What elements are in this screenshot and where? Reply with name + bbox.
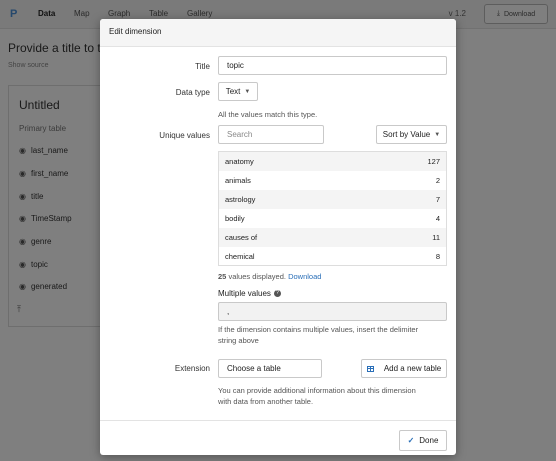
datatype-help: All the values match this type. (218, 110, 318, 119)
value-count: 4 (435, 214, 440, 223)
multiple-values-text: Multiple values (218, 289, 271, 298)
caret-down-icon: ▼ (434, 131, 441, 138)
multiple-values-help: If the dimension contains multiple value… (218, 324, 418, 346)
add-table-label: Add a new table (383, 364, 442, 373)
value-count: 2 (435, 176, 440, 185)
done-label: Done (419, 436, 439, 445)
download-values-link[interactable]: Download (288, 272, 321, 281)
value-name: causes of (225, 233, 258, 242)
multiple-values-label: Multiple values? (218, 288, 281, 299)
value-name: astrology (225, 195, 256, 204)
list-item: anatomy 127 (219, 152, 446, 171)
value-name: bodily (225, 214, 245, 223)
help-line: You can provide additional information a… (218, 386, 416, 395)
values-displayed: 25 values displayed. Download (218, 271, 321, 282)
list-item: bodily 4 (219, 209, 446, 228)
value-name: anatomy (225, 157, 254, 166)
delimiter-input[interactable]: , (218, 302, 447, 321)
edit-dimension-modal: Edit dimension Title topic Data type Tex… (100, 19, 456, 455)
list-item: animals 2 (219, 171, 446, 190)
sort-select[interactable]: Sort by Value ▼ (376, 125, 447, 144)
help-line: string above (218, 336, 259, 345)
search-input[interactable]: Search (218, 125, 324, 144)
value-count: 127 (427, 157, 440, 166)
displayed-text: values displayed. (228, 272, 286, 281)
help-line: with data from another table. (218, 397, 314, 406)
list-item: astrology 7 (219, 190, 446, 209)
extension-label: Extension (174, 364, 210, 373)
list-item: chemical 8 (219, 247, 446, 265)
caret-down-icon: ▼ (244, 88, 251, 95)
table-icon (366, 365, 374, 372)
datatype-select[interactable]: Text ▼ (218, 82, 258, 101)
info-icon[interactable]: ? (273, 290, 281, 298)
datatype-value: Text (225, 87, 241, 96)
add-table-button[interactable]: Add a new table (361, 359, 447, 378)
value-count: 11 (432, 233, 440, 242)
check-icon: ✓ (407, 436, 415, 445)
value-name: animals (225, 176, 251, 185)
modal-footer: ✓ Done (100, 420, 456, 456)
displayed-count: 25 (218, 272, 227, 281)
title-label: Title (195, 62, 210, 71)
done-button[interactable]: ✓ Done (399, 430, 447, 451)
value-count: 8 (435, 252, 440, 261)
value-name: chemical (225, 252, 255, 261)
list-item: causes of 11 (219, 228, 446, 247)
sort-value: Sort by Value (382, 130, 431, 139)
help-line: If the dimension contains multiple value… (218, 325, 419, 334)
choose-table-select[interactable]: Choose a table (218, 359, 322, 378)
value-count: 7 (435, 195, 440, 204)
modal-title: Edit dimension (109, 27, 162, 36)
title-input[interactable]: topic (218, 56, 447, 75)
unique-values-list[interactable]: anatomy 127 animals 2 astrology 7 bodily 4 c… (218, 151, 447, 266)
datatype-label: Data type (175, 88, 210, 97)
extension-help: You can provide additional information a… (218, 385, 416, 407)
modal-header: Edit dimension (100, 19, 456, 47)
unique-values-label: Unique values (159, 131, 210, 140)
